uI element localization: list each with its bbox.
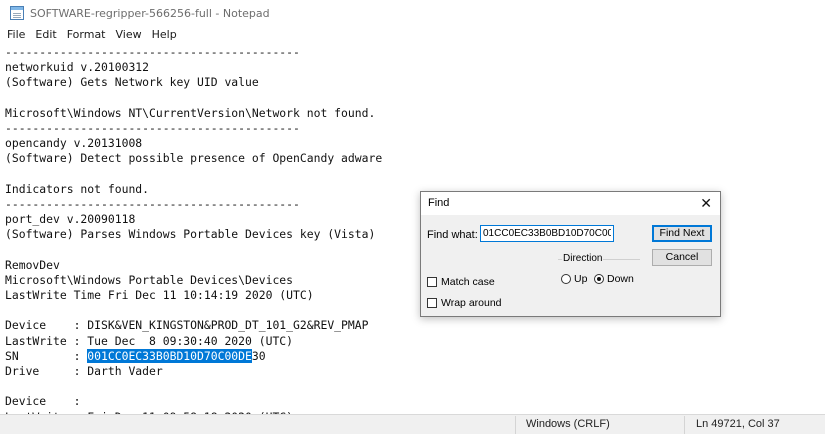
- editor-line: port_dev v.20090118: [5, 212, 136, 227]
- editor-line: ----------------------------------------…: [5, 120, 300, 135]
- editor-line: Device : DISK&VEN_KINGSTON&PROD_DT_101_G…: [5, 318, 369, 333]
- direction-up-option[interactable]: Up: [561, 273, 587, 285]
- wrap-around-checkbox[interactable]: [427, 298, 437, 308]
- status-cursor-position: Ln 49721, Col 37: [696, 418, 780, 430]
- status-divider: [515, 416, 516, 434]
- editor-line: ----------------------------------------…: [5, 45, 300, 59]
- menu-view[interactable]: View: [111, 27, 147, 43]
- editor-line: networkuid v.20100312: [5, 60, 150, 75]
- editor-line: LastWrite Time Fri Dec 11 10:14:19 2020 …: [5, 288, 314, 302]
- match-case-option[interactable]: Match case: [427, 276, 495, 288]
- direction-up-label: Up: [574, 273, 588, 285]
- sn-line-prefix: SN :: [5, 348, 88, 363]
- match-case-checkbox[interactable]: [427, 277, 437, 287]
- direction-label: Direction: [562, 253, 604, 264]
- status-bar: Windows (CRLF) Ln 49721, Col 37: [0, 414, 825, 434]
- editor-line: (Software) Gets Network key UID value: [5, 75, 259, 90]
- menu-help[interactable]: Help: [147, 27, 182, 43]
- cancel-button[interactable]: Cancel: [652, 249, 712, 266]
- direction-down-label: Down: [607, 273, 634, 285]
- menu-format[interactable]: Format: [62, 27, 111, 43]
- editor-line: Drive : Darth Vader: [5, 363, 163, 378]
- editor-line: ----------------------------------------…: [5, 196, 300, 211]
- find-dialog-titlebar[interactable]: Find ✕: [421, 192, 720, 215]
- notepad-icon: [10, 6, 24, 20]
- direction-down-option[interactable]: Down: [594, 273, 634, 285]
- direction-group: Direction Up Down: [558, 253, 640, 288]
- menu-edit[interactable]: Edit: [30, 27, 61, 43]
- title-bar: SOFTWARE-regripper-566256-full - Notepad: [0, 0, 825, 26]
- editor-line: RemovDev: [5, 257, 60, 272]
- editor-line: Device :: [5, 394, 81, 409]
- editor-line: LastWrite : Tue Dec 8 09:30:40 2020 (UTC…: [5, 333, 294, 348]
- editor-line: Microsoft\Windows Portable Devices\Devic…: [5, 272, 294, 287]
- find-dialog: Find ✕ Find what: Find Next Cancel Direc…: [420, 191, 721, 317]
- close-icon[interactable]: ✕: [700, 195, 712, 211]
- editor-line: (Software) Parses Windows Portable Devic…: [5, 227, 376, 242]
- direction-up-radio[interactable]: [561, 274, 571, 284]
- wrap-around-label: Wrap around: [441, 297, 502, 309]
- match-case-label: Match case: [441, 276, 495, 288]
- editor-content[interactable]: ----------------------------------------…: [5, 45, 382, 414]
- selected-text: 001CC0EC33B0BD10D70C00DE: [87, 348, 252, 363]
- menu-bar: File Edit Format View Help: [0, 26, 825, 44]
- menu-file[interactable]: File: [2, 27, 30, 43]
- editor-line: opencandy v.20131008: [5, 136, 143, 151]
- status-divider: [684, 416, 685, 434]
- editor-line: Microsoft\Windows NT\CurrentVersion\Netw…: [5, 105, 376, 120]
- direction-down-radio[interactable]: [594, 274, 604, 284]
- editor-line: Indicators not found.: [5, 181, 150, 196]
- editor-line: SN : 001CC0EC33B0BD10D70C00DE30: [5, 348, 382, 364]
- editor-line: (Software) Detect possible presence of O…: [5, 151, 383, 166]
- sn-line-suffix: 30: [251, 348, 266, 363]
- wrap-around-option[interactable]: Wrap around: [427, 297, 502, 309]
- window-title: SOFTWARE-regripper-566256-full - Notepad: [30, 6, 270, 20]
- status-line-ending: Windows (CRLF): [526, 418, 610, 430]
- find-what-label: Find what:: [427, 229, 478, 241]
- find-next-button[interactable]: Find Next: [652, 225, 712, 242]
- find-dialog-title: Find: [428, 197, 450, 209]
- find-what-input[interactable]: [480, 225, 614, 242]
